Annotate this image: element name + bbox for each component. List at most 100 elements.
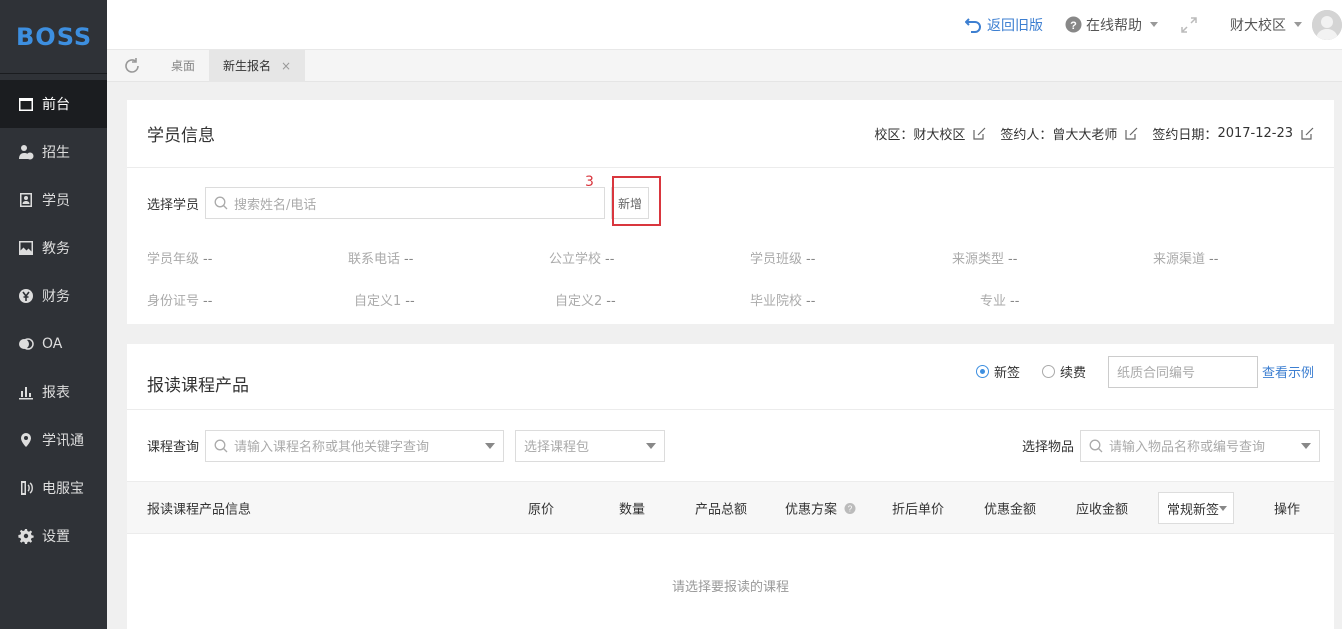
field-graduated-school: 毕业院校 -- (750, 294, 816, 309)
sidebar-item-label: 学讯通 (42, 433, 84, 449)
sidebar: BOSS 前台 招生 学员 教务 财务 OA 报表 学讯通 电服宝 设置 (0, 0, 107, 629)
course-search-select[interactable]: 请输入课程名称或其他关键字查询 (205, 429, 505, 462)
sidebar-item-settings[interactable]: 设置 (0, 512, 107, 560)
item-search-select[interactable]: 请输入物品名称或编号查询 (1080, 429, 1320, 462)
annotation-number: 3 (585, 174, 594, 190)
help-icon: ? (1065, 16, 1082, 33)
yen-icon (18, 288, 34, 304)
chevron-down-icon (1294, 22, 1302, 27)
field-custom1: 自定义1 -- (354, 294, 415, 309)
svg-text:?: ? (848, 504, 853, 513)
column-header: 数量 (619, 502, 646, 517)
sign-date-value: 2017-12-23 (1217, 126, 1293, 141)
view-example-link[interactable]: 查看示例 (1262, 362, 1314, 381)
campus-label: 校区： (874, 128, 914, 143)
refresh-button[interactable] (107, 50, 157, 82)
radio-dot (1041, 365, 1055, 378)
column-header: 原价 (528, 502, 555, 517)
field-custom2: 自定义2 -- (555, 294, 616, 309)
signer-value: 曾大大老师 (1052, 128, 1118, 143)
sidebar-item-reports[interactable]: 报表 (0, 368, 107, 416)
field-grade: 学员年级 -- (147, 252, 213, 267)
field-major: 专业 -- (980, 294, 1020, 309)
sidebar-item-label: 报表 (42, 385, 70, 401)
course-package-select[interactable]: 选择课程包 (515, 429, 666, 462)
chevron-down-icon (485, 442, 496, 449)
student-search-input[interactable]: 搜索姓名/电话 (205, 187, 606, 219)
signing-type-select[interactable]: 常规新签 (1158, 492, 1234, 524)
topbar: 返回旧版 ? 在线帮助 财大校区 (107, 0, 1342, 50)
tab-new-enrollment[interactable]: 新生报名 × (209, 49, 306, 82)
column-header: 应收金额 (1076, 502, 1129, 517)
sidebar-item-finance[interactable]: 财务 (0, 272, 107, 320)
sidebar-item-label: 电服宝 (42, 481, 84, 497)
radio-dot (975, 365, 989, 378)
edit-icon[interactable] (973, 127, 986, 140)
tab-desktop[interactable]: 桌面 (157, 50, 209, 82)
sidebar-item-oa[interactable]: OA (0, 320, 107, 368)
svg-text:?: ? (1070, 20, 1077, 32)
help-icon[interactable]: ? (844, 502, 856, 514)
field-source-channel: 来源渠道 -- (1153, 252, 1219, 267)
avatar[interactable] (1312, 9, 1342, 40)
sidebar-item-reception[interactable]: 前台 (0, 80, 107, 128)
online-help-menu[interactable]: ? 在线帮助 (1065, 15, 1158, 35)
signer-label: 签约人： (1000, 128, 1053, 143)
empty-state-text: 请选择要报读的课程 (671, 580, 789, 595)
contact-card-icon (18, 192, 34, 208)
annotation-highlight-box (612, 176, 661, 226)
close-icon[interactable]: × (281, 59, 291, 73)
chevron-down-icon (1301, 442, 1311, 449)
course-query-label: 课程查询 (147, 440, 200, 455)
user-add-icon (18, 144, 34, 160)
sidebar-item-xuexuntong[interactable]: 学讯通 (0, 416, 107, 464)
toggle-icon (18, 336, 34, 352)
field-public-school: 公立学校 -- (549, 252, 615, 267)
radio-new-signing[interactable]: 新签 (975, 362, 1020, 381)
undo-icon (965, 17, 981, 33)
sidebar-item-dianfubao[interactable]: 电服宝 (0, 464, 107, 512)
refresh-icon (125, 57, 139, 73)
course-title: 报读课程产品 (147, 376, 249, 396)
radio-renewal[interactable]: 续费 (1041, 362, 1086, 381)
gear-icon (18, 528, 34, 544)
brand-logo[interactable]: BOSS (0, 0, 107, 74)
column-header: 优惠金额 (984, 502, 1037, 517)
student-info-grid: 学员年级 -- 联系电话 -- 公立学校 -- 学员班级 -- 来源类型 -- 来源渠道 -… (127, 238, 1334, 318)
sign-date-label: 签约日期： (1152, 128, 1218, 143)
calendar-icon (18, 96, 34, 112)
chevron-down-icon (1219, 506, 1227, 511)
location-pin-icon (18, 432, 34, 448)
student-info-title: 学员信息 (147, 126, 215, 146)
tab-bar: 桌面 新生报名 × (107, 49, 1342, 82)
sidebar-item-academic[interactable]: 教务 (0, 224, 107, 272)
field-phone: 联系电话 -- (348, 252, 414, 267)
column-header: 折后单价 (892, 502, 945, 517)
sidebar-item-label: 财务 (42, 289, 70, 305)
sidebar-item-label: 招生 (42, 145, 70, 161)
chevron-down-icon (646, 442, 657, 449)
select-item-label: 选择物品 (1021, 440, 1074, 455)
field-source-type: 来源类型 -- (952, 252, 1018, 267)
sidebar-item-recruit[interactable]: 招生 (0, 128, 107, 176)
select-student-label: 选择学员 (147, 197, 200, 213)
fullscreen-button[interactable] (1180, 16, 1202, 34)
sidebar-item-label: 设置 (42, 529, 70, 545)
edit-icon[interactable] (1301, 127, 1314, 140)
phone-icon (18, 480, 34, 496)
column-header: 产品总额 (695, 502, 748, 517)
expand-icon (1181, 16, 1197, 33)
campus-value: 财大校区 (913, 128, 966, 143)
back-old-version-link[interactable]: 返回旧版 (965, 15, 1043, 35)
search-icon (1089, 439, 1103, 452)
bar-chart-icon (18, 384, 34, 400)
field-class: 学员班级 -- (750, 252, 816, 267)
edit-icon[interactable] (1125, 127, 1138, 140)
course-table-header: 报读课程产品信息 原价 数量 产品总额 优惠方案 ? 折后单价 优惠金额 应收金… (127, 482, 1334, 534)
sidebar-item-label: 前台 (42, 97, 70, 113)
student-info-card: 学员信息 校区： 财大校区 签约人： 曾大大老师 签约日期： 2017-12-2… (127, 100, 1334, 324)
sidebar-item-students[interactable]: 学员 (0, 176, 107, 224)
sidebar-item-label: OA (42, 336, 63, 352)
campus-switcher[interactable]: 财大校区 (1230, 15, 1302, 35)
contract-number-input[interactable]: 纸质合同编号 (1107, 355, 1258, 388)
